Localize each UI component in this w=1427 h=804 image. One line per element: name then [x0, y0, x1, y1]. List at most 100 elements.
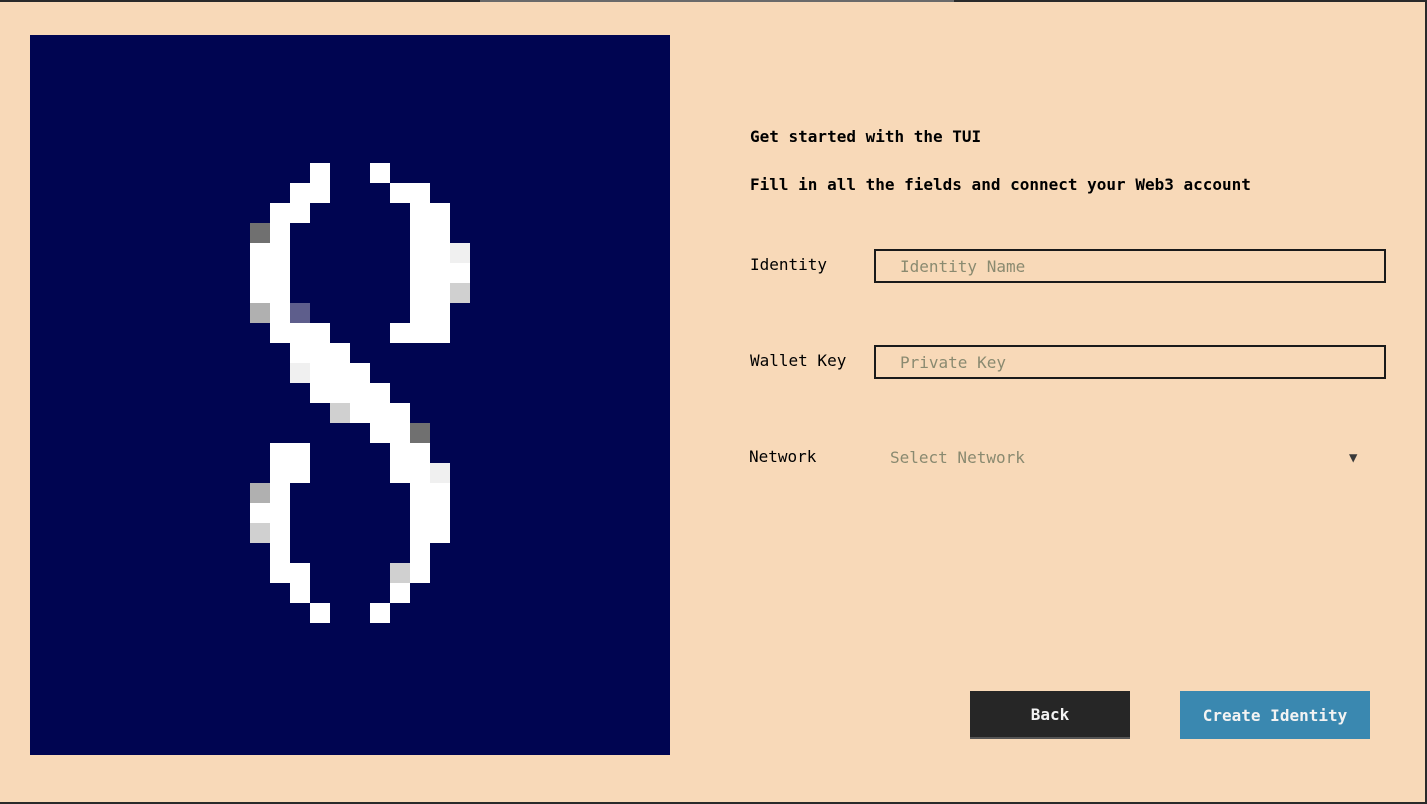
- pixel-cell: [410, 223, 430, 243]
- pixel-cell: [290, 443, 310, 463]
- pixel-cell: [410, 263, 430, 283]
- pixel-cell: [390, 423, 410, 443]
- pixel-cell: [250, 263, 270, 283]
- network-select-value: Select Network: [890, 448, 1025, 467]
- pixel-cell: [330, 363, 350, 383]
- pixel-cell: [410, 443, 430, 463]
- pixel-cell: [250, 223, 270, 243]
- digit-eight-pixel-icon: [250, 163, 470, 623]
- pixel-cell: [270, 503, 290, 523]
- pixel-cell: [410, 323, 430, 343]
- pixel-cell: [270, 263, 290, 283]
- pixel-cell: [310, 163, 330, 183]
- pixel-cell: [390, 443, 410, 463]
- network-select[interactable]: Select Network ▼: [874, 441, 1386, 475]
- pixel-cell: [430, 503, 450, 523]
- page-title: Get started with the TUI: [750, 127, 982, 146]
- wallet-key-label: Wallet Key: [750, 351, 847, 370]
- pixel-cell: [270, 303, 290, 323]
- pixel-cell: [250, 483, 270, 503]
- pixel-cell: [290, 563, 310, 583]
- pixel-cell: [330, 343, 350, 363]
- pixel-cell: [430, 283, 450, 303]
- network-label: Network: [749, 447, 817, 466]
- pixel-cell: [270, 563, 290, 583]
- pixel-cell: [310, 383, 330, 403]
- pixel-cell: [270, 523, 290, 543]
- create-identity-button[interactable]: Create Identity: [1180, 691, 1370, 739]
- pixel-cell: [370, 163, 390, 183]
- pixel-cell: [390, 463, 410, 483]
- pixel-cell: [410, 423, 430, 443]
- pixel-cell: [250, 503, 270, 523]
- pixel-cell: [270, 483, 290, 503]
- pixel-cell: [250, 243, 270, 263]
- pixel-cell: [410, 543, 430, 563]
- pixel-cell: [270, 243, 290, 263]
- pixel-cell: [410, 283, 430, 303]
- identity-label: Identity: [750, 255, 828, 274]
- pixel-cell: [270, 463, 290, 483]
- pixel-cell: [270, 323, 290, 343]
- pixel-cell: [310, 183, 330, 203]
- pixel-cell: [310, 323, 330, 343]
- triangle-down-icon: ▼: [1349, 450, 1358, 466]
- pixel-cell: [450, 243, 470, 263]
- pixel-cell: [290, 343, 310, 363]
- pixel-cell: [410, 303, 430, 323]
- pixel-cell: [250, 283, 270, 303]
- pixel-art-panel: [30, 35, 670, 755]
- pixel-cell: [310, 343, 330, 363]
- pixel-cell: [410, 523, 430, 543]
- pixel-cell: [350, 363, 370, 383]
- pixel-cell: [370, 403, 390, 423]
- pixel-cell: [390, 583, 410, 603]
- back-button[interactable]: Back: [970, 691, 1130, 739]
- pixel-cell: [430, 463, 450, 483]
- pixel-cell: [430, 263, 450, 283]
- pixel-cell: [430, 323, 450, 343]
- pixel-cell: [410, 503, 430, 523]
- pixel-cell: [410, 563, 430, 583]
- pixel-cell: [270, 443, 290, 463]
- pixel-cell: [310, 363, 330, 383]
- pixel-cell: [450, 283, 470, 303]
- pixel-cell: [390, 563, 410, 583]
- private-key-input[interactable]: [874, 345, 1386, 379]
- pixel-cell: [390, 183, 410, 203]
- pixel-cell: [250, 523, 270, 543]
- pixel-cell: [270, 203, 290, 223]
- page-subtitle: Fill in all the fields and connect your …: [750, 175, 1251, 194]
- pixel-cell: [410, 243, 430, 263]
- pixel-cell: [290, 323, 310, 343]
- pixel-cell: [270, 283, 290, 303]
- pixel-cell: [410, 183, 430, 203]
- pixel-cell: [410, 203, 430, 223]
- identity-name-input[interactable]: [874, 249, 1386, 283]
- pixel-cell: [290, 463, 310, 483]
- pixel-cell: [350, 383, 370, 403]
- pixel-cell: [330, 383, 350, 403]
- pixel-cell: [290, 183, 310, 203]
- pixel-cell: [430, 483, 450, 503]
- pixel-cell: [430, 223, 450, 243]
- pixel-cell: [390, 323, 410, 343]
- window-tab-indicator: [480, 0, 954, 2]
- pixel-cell: [270, 223, 290, 243]
- pixel-cell: [370, 603, 390, 623]
- pixel-cell: [290, 363, 310, 383]
- pixel-cell: [430, 243, 450, 263]
- pixel-cell: [330, 403, 350, 423]
- pixel-cell: [350, 403, 370, 423]
- pixel-cell: [250, 303, 270, 323]
- pixel-cell: [410, 463, 430, 483]
- pixel-cell: [370, 423, 390, 443]
- pixel-cell: [450, 263, 470, 283]
- pixel-cell: [290, 303, 310, 323]
- pixel-cell: [430, 523, 450, 543]
- pixel-cell: [270, 543, 290, 563]
- pixel-cell: [430, 303, 450, 323]
- pixel-cell: [410, 483, 430, 503]
- pixel-cell: [390, 403, 410, 423]
- pixel-cell: [290, 203, 310, 223]
